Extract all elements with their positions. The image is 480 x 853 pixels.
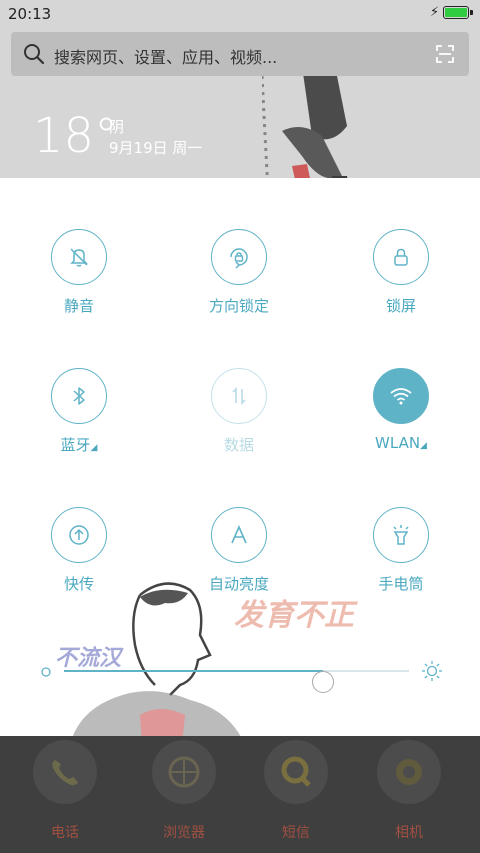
toggle-flashlight-button[interactable]	[373, 507, 429, 563]
browser-icon[interactable]	[152, 740, 216, 804]
camera-icon[interactable]	[377, 740, 441, 804]
toggle-bluetooth-button[interactable]	[51, 368, 107, 424]
weather-date: 9月19日 周一	[109, 139, 203, 157]
dock-phone[interactable]: 电话	[10, 740, 120, 842]
phone-icon[interactable]	[33, 740, 97, 804]
toggle-mobile-data[interactable]: 数据	[184, 368, 294, 455]
wallpaper-text-1: 发育不正	[234, 598, 354, 633]
rotation-lock-icon	[230, 248, 248, 269]
toggle-auto-brightness-button[interactable]	[211, 507, 267, 563]
brightness-slider[interactable]	[38, 659, 443, 693]
dock-phone-label: 电话	[51, 825, 79, 841]
lock-icon	[394, 248, 408, 266]
toggle-mobile-data-label: 数据	[223, 436, 254, 454]
flashlight-icon	[393, 525, 409, 545]
toggle-rotation-lock-button[interactable]	[211, 229, 267, 285]
toggle-rotation-lock[interactable]: 方向锁定	[184, 229, 294, 316]
toggle-wlan-label: WLAN◢	[375, 434, 427, 452]
toggle-mute[interactable]: 静音	[24, 229, 134, 316]
toggle-rotation-lock-label: 方向锁定	[208, 297, 269, 315]
brightness-thumb[interactable]	[311, 671, 334, 693]
bell-off-icon	[70, 248, 88, 267]
dock: 电话 浏览器 短信 相机	[0, 736, 480, 853]
status-time: 20:13	[8, 5, 52, 23]
wifi-icon	[390, 388, 412, 405]
mobile-data-icon	[232, 387, 246, 405]
toggle-mobile-data-button[interactable]	[211, 368, 267, 424]
dock-sms-label: 短信	[282, 825, 310, 841]
battery-tip	[470, 10, 473, 15]
charging-icon: ⚡	[430, 5, 440, 20]
battery-icon	[443, 6, 469, 19]
toggle-mute-button[interactable]	[51, 229, 107, 285]
dock-sms[interactable]: 短信	[241, 740, 351, 842]
toggle-wlan[interactable]: WLAN◢	[346, 368, 456, 452]
brightness-high-icon	[422, 661, 442, 681]
toggle-bluetooth-label: 蓝牙◢	[60, 436, 98, 454]
toggle-quick-transfer-button[interactable]	[51, 507, 107, 563]
auto-brightness-icon	[231, 525, 247, 544]
dock-camera-label: 相机	[395, 825, 423, 841]
search-icon	[24, 44, 45, 65]
transfer-icon	[69, 525, 89, 545]
weather-condition: 阴	[109, 118, 125, 136]
dock-camera[interactable]: 相机	[354, 740, 464, 842]
search-bar[interactable]: 搜索网页、设置、应用、视频...	[11, 32, 469, 76]
toggle-bluetooth[interactable]: 蓝牙◢	[24, 368, 134, 455]
search-input[interactable]: 搜索网页、设置、应用、视频...	[54, 44, 277, 68]
toggle-lock-screen[interactable]: 锁屏	[346, 229, 456, 316]
toggle-wlan-button[interactable]	[373, 368, 429, 424]
toggle-lock-screen-label: 锁屏	[385, 297, 416, 315]
scan-icon[interactable]	[435, 44, 455, 64]
weather-temperature: 18°	[33, 108, 119, 164]
toggle-mute-label: 静音	[63, 297, 94, 315]
brightness-track[interactable]	[64, 670, 409, 693]
brightness-fill	[64, 670, 323, 672]
brightness-low-icon	[41, 667, 51, 677]
toggle-flashlight[interactable]: 手电筒	[346, 507, 456, 594]
sms-icon[interactable]	[264, 740, 328, 804]
dock-browser[interactable]: 浏览器	[129, 740, 239, 842]
toggle-flashlight-label: 手电筒	[378, 575, 424, 593]
bluetooth-icon	[73, 387, 85, 405]
toggle-lock-screen-button[interactable]	[373, 229, 429, 285]
dock-browser-label: 浏览器	[163, 825, 205, 841]
status-bar: 20:13 ⚡	[0, 0, 480, 28]
